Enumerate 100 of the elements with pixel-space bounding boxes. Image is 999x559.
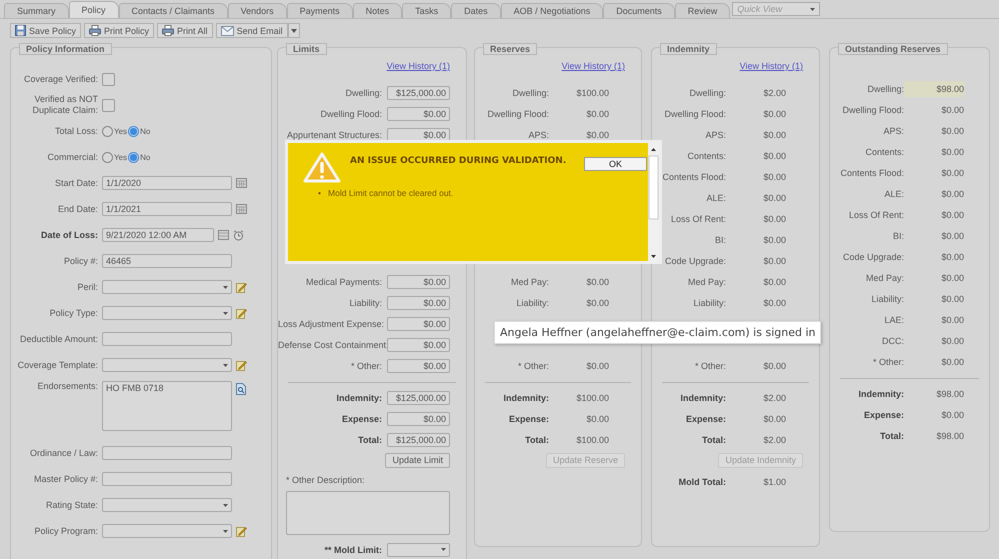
amount-value: $0.00 — [940, 292, 964, 306]
ok-button[interactable]: OK — [584, 157, 647, 171]
calendar-icon[interactable] — [236, 178, 247, 188]
total-label: Total: — [524, 434, 549, 444]
pencil-icon[interactable] — [236, 360, 247, 370]
amount-value: $0.00 — [940, 272, 964, 284]
date-field[interactable]: 1/1/2020 — [102, 176, 232, 190]
limit-label: * Other: — [350, 360, 383, 370]
amount-value: $0.00 — [762, 108, 786, 120]
pencil-icon[interactable] — [236, 526, 247, 536]
amount-field[interactable]: $0.00 — [387, 296, 450, 310]
amount-label: Dwelling Flood: — [486, 108, 549, 118]
tab[interactable]: Dates — [451, 3, 501, 18]
clock-icon[interactable] — [233, 230, 244, 240]
dropdown-field[interactable] — [102, 306, 232, 320]
text-area[interactable] — [286, 491, 450, 535]
total-label: Indemnity: — [679, 392, 726, 402]
amount-field[interactable]: $0.00 — [387, 358, 450, 372]
amount-label: LAE: — [883, 314, 904, 324]
total-label: Expense: — [862, 410, 904, 420]
update-limit-button[interactable]: Update Limit — [385, 453, 450, 468]
datetime-field[interactable]: 9/21/2020 12:00 AM — [102, 228, 214, 242]
tab[interactable]: AOB / Negotiations — [500, 3, 604, 18]
amount-field[interactable]: $125,000.00 — [387, 86, 450, 100]
calendar-icon[interactable] — [236, 204, 247, 214]
dropdown-field[interactable] — [387, 542, 450, 556]
tab[interactable]: Review — [674, 3, 730, 18]
amount-label: Dwelling: — [866, 84, 904, 94]
tab[interactable]: Notes — [352, 3, 402, 18]
tab[interactable]: Vendors — [228, 3, 287, 18]
dropdown-field[interactable] — [102, 524, 232, 538]
warning-icon — [303, 152, 341, 184]
amount-field[interactable]: $125,000.00 — [387, 390, 450, 404]
tab[interactable]: Payments — [286, 3, 353, 18]
amount-field[interactable]: $0.00 — [387, 274, 450, 288]
calendar-icon[interactable] — [218, 230, 229, 240]
text-area[interactable]: HO FMB 0718 — [102, 381, 232, 431]
total-label: Indemnity: — [502, 392, 549, 402]
pencil-icon[interactable] — [236, 308, 247, 318]
field-label: Endorsements: — [36, 381, 99, 392]
amount-field[interactable]: $0.00 — [387, 338, 450, 352]
checkbox[interactable] — [102, 72, 115, 86]
dropdown-field[interactable] — [102, 280, 232, 294]
text-field[interactable] — [102, 332, 232, 346]
amount-field[interactable]: $0.00 — [387, 106, 450, 120]
limit-label: Medical Payments: — [304, 276, 383, 286]
amount-label: Code Upgrade: — [842, 252, 904, 262]
total-label: Total: — [701, 434, 726, 444]
radio-button[interactable] — [102, 126, 113, 136]
amount-field[interactable]: $0.00 — [387, 412, 450, 426]
limit-label: Dwelling Flood: — [319, 108, 383, 118]
text-field[interactable]: 46465 — [102, 254, 232, 268]
dropdown-field[interactable] — [102, 498, 232, 512]
panel-title: Policy Information — [19, 43, 112, 55]
radio-button[interactable] — [102, 152, 113, 162]
radio-label: No — [140, 126, 150, 136]
tab[interactable]: Tasks — [402, 3, 452, 18]
amount-label: * Other: — [516, 360, 549, 370]
amount-value: $0.00 — [585, 128, 609, 142]
amount-label: DCC: — [881, 336, 904, 346]
amount-label: BI: — [714, 234, 726, 244]
checkbox[interactable] — [102, 98, 115, 112]
toolbar-button[interactable]: Print All — [157, 23, 213, 38]
amount-value: $0.00 — [762, 212, 786, 226]
radio-button[interactable] — [128, 152, 140, 162]
amount-field[interactable]: $0.00 — [387, 128, 450, 142]
tab[interactable]: Policy — [68, 1, 119, 18]
panel-title: Reserves — [483, 43, 538, 55]
tab[interactable]: Documents — [603, 3, 675, 18]
dropdown-button[interactable] — [288, 23, 300, 38]
dropdown-caret-icon — [223, 286, 228, 288]
envelope-icon — [220, 26, 234, 36]
field-label: Policy Program: — [33, 526, 99, 536]
dialog-title: AN ISSUE OCCURRED DURING VALIDATION. — [350, 156, 566, 166]
amount-label: Med Pay: — [510, 276, 549, 286]
pencil-icon[interactable] — [236, 282, 247, 292]
amount-field[interactable]: $0.00 — [387, 316, 450, 330]
toolbar-button[interactable]: Save Policy — [10, 23, 82, 38]
tab[interactable]: Contacts / Claimants — [118, 3, 228, 18]
field-label: Policy Type: — [48, 308, 99, 318]
amount-value: $0.00 — [940, 208, 964, 222]
radio-button[interactable] — [128, 126, 140, 136]
tab[interactable]: Summary — [4, 3, 69, 18]
toolbar-button[interactable]: Send Email — [216, 23, 288, 38]
document-search-icon[interactable] — [236, 383, 246, 395]
scrollbar[interactable] — [648, 143, 659, 263]
view-history-link[interactable]: View History (1) — [562, 61, 625, 71]
view-history-link[interactable]: View History (1) — [740, 61, 803, 71]
amount-label: Dwelling: — [511, 88, 549, 98]
dropdown-field[interactable] — [102, 358, 232, 372]
amount-value: $0.00 — [762, 234, 786, 246]
text-field[interactable] — [102, 446, 232, 460]
date-field[interactable]: 1/1/2021 — [102, 202, 232, 216]
toolbar-button[interactable]: Print Policy — [84, 23, 154, 38]
view-history-link[interactable]: View History (1) — [386, 61, 450, 71]
text-field[interactable] — [102, 472, 232, 486]
total-label: Indemnity: — [857, 388, 904, 398]
amount-field[interactable]: $125,000.00 — [387, 432, 450, 446]
amount-label: Med Pay: — [864, 272, 904, 282]
dropdown-caret-icon — [441, 548, 446, 551]
